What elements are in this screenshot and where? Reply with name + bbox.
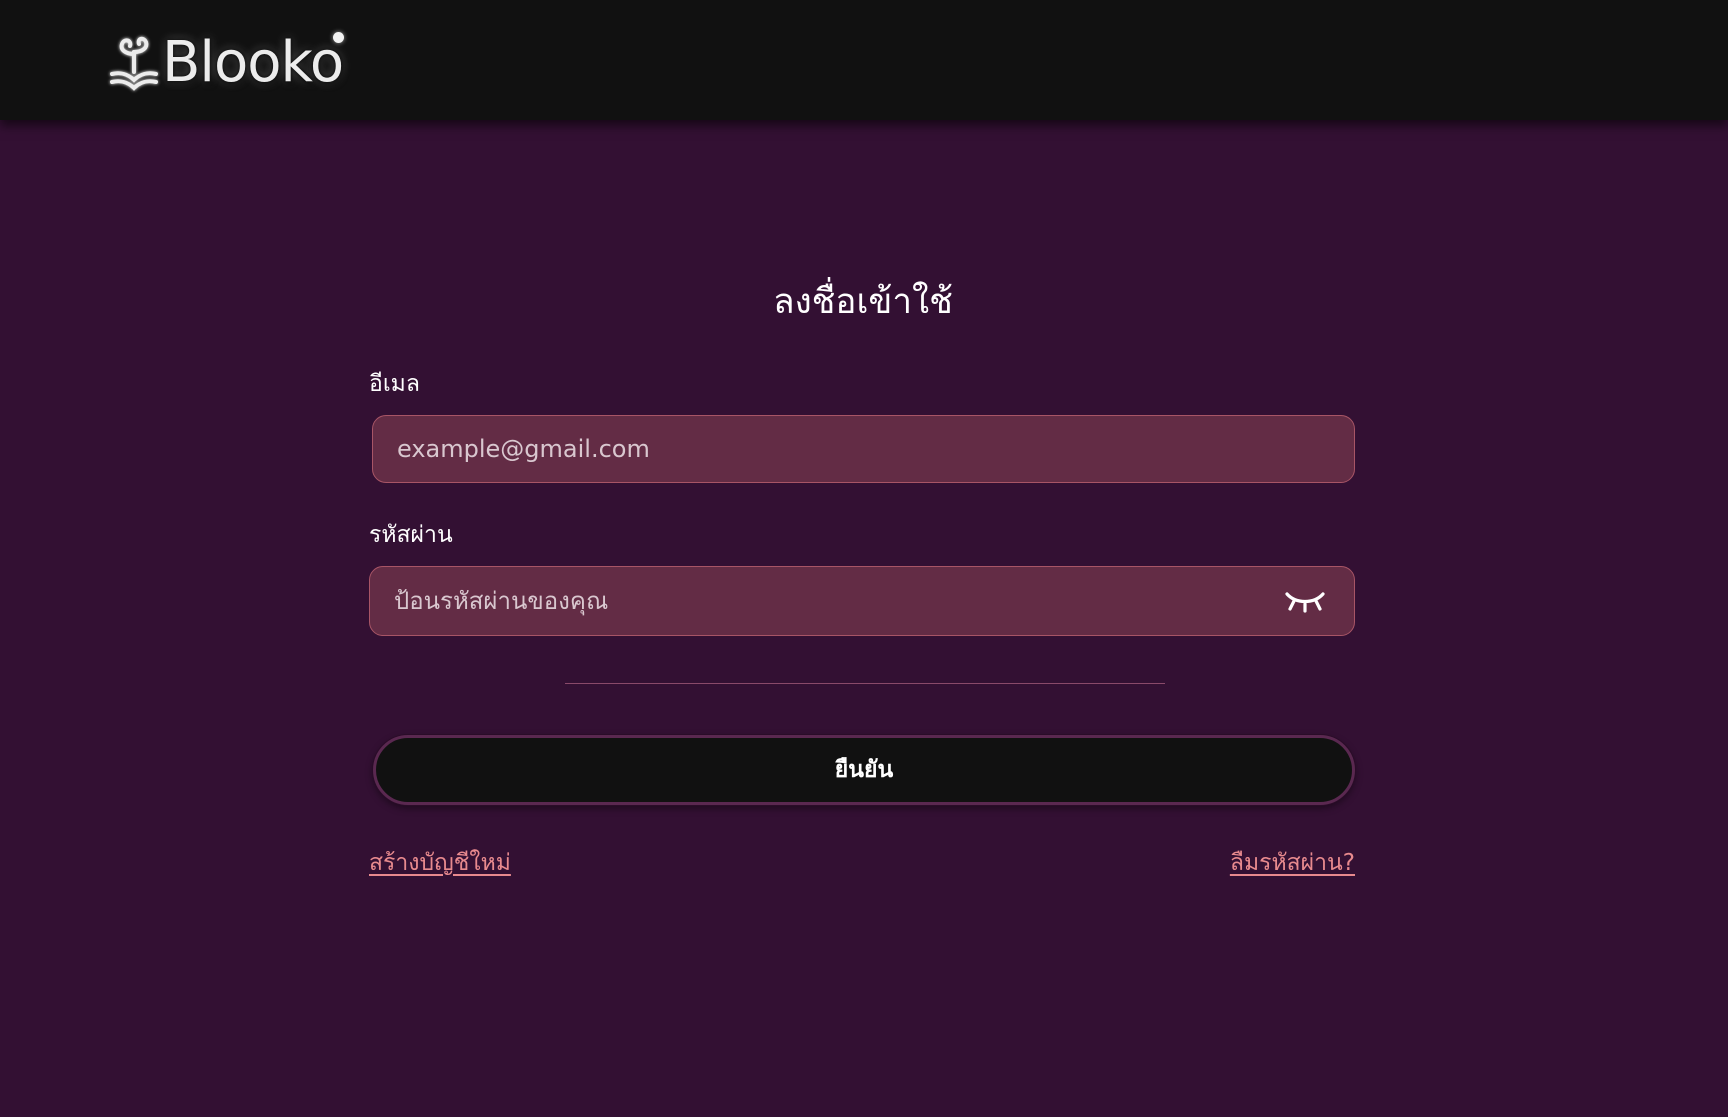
submit-button[interactable]: ยืนยัน: [373, 735, 1355, 805]
forgot-password-link[interactable]: ลืมรหัสผ่าน?: [1230, 845, 1355, 881]
login-form: ลงชื่อเข้าใช้ อีเมล รหัสผ่าน ยืนยัน สร้า…: [369, 270, 1357, 876]
eye-closed-icon[interactable]: [1282, 581, 1328, 621]
top-navbar: Blooko: [0, 0, 1728, 120]
page-title: ลงชื่อเข้าใช้: [773, 282, 953, 322]
email-field[interactable]: [373, 416, 1354, 482]
email-field-container: [372, 415, 1355, 483]
password-field-container: [369, 566, 1355, 636]
logo-dot-mark: [333, 32, 344, 43]
brand-name: Blooko: [162, 30, 344, 95]
password-field[interactable]: [370, 567, 1282, 635]
password-label: รหัสผ่าน: [369, 522, 453, 548]
brand-logo[interactable]: Blooko: [106, 28, 344, 98]
book-sprout-logo-icon: [110, 36, 158, 91]
create-account-link[interactable]: สร้างบัญชีใหม่: [369, 845, 511, 881]
divider: [565, 683, 1165, 684]
email-label: อีเมล: [369, 371, 420, 397]
